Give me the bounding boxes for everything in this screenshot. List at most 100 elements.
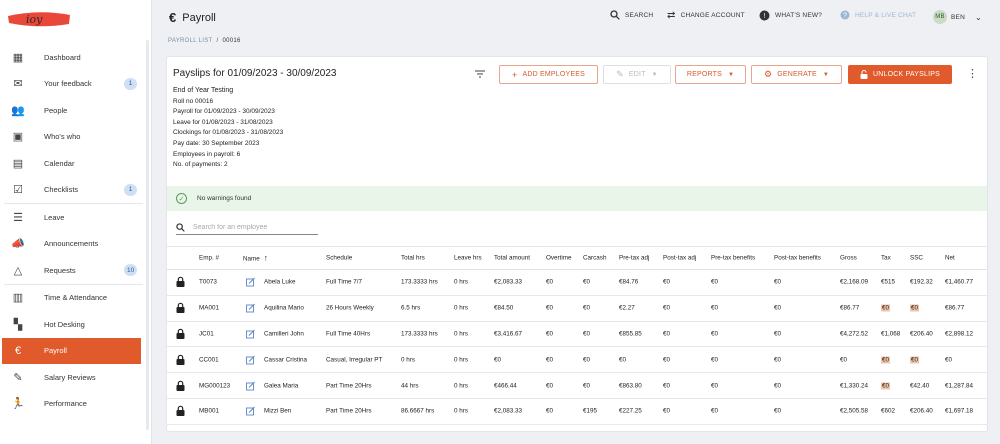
- cell-value: 0 hrs: [454, 382, 468, 390]
- edit-employee-icon[interactable]: [246, 407, 255, 416]
- table-row[interactable]: JC01 Camilleri John Full Time 40Hrs 173.333…: [167, 322, 987, 348]
- edit-employee-icon[interactable]: [246, 381, 255, 391]
- sort-ascending-icon[interactable]: ↑: [264, 254, 268, 263]
- cell-pretax-adj: €863.80: [619, 382, 642, 389]
- cell-overtime: €0: [546, 305, 553, 312]
- sidebar-item-who-s-who[interactable]: ▣ Who's who: [0, 124, 147, 151]
- lock-icon[interactable]: [176, 302, 185, 314]
- cell-value: €84.50: [494, 304, 514, 312]
- search-button[interactable]: SEARCH: [610, 10, 653, 20]
- sidebar-item-requests[interactable]: △ Requests 10: [0, 257, 147, 284]
- sidebar-item-leave[interactable]: ☰ Leave: [0, 204, 147, 231]
- edit-button[interactable]: ✎ EDIT ▼: [603, 65, 671, 84]
- cell-value: 0 hrs: [454, 278, 468, 286]
- sidebar-item-label: Calendar: [44, 158, 75, 168]
- cell-pretax-adj: €227.25: [619, 408, 642, 415]
- cell-total-amount: €84.50: [494, 305, 513, 312]
- cell-total-hrs: 6.5 hrs: [401, 305, 420, 312]
- cell-value: €0: [774, 356, 782, 364]
- cell-value: Full Time 40Hrs: [326, 330, 371, 338]
- edit-employee-icon[interactable]: [246, 278, 255, 287]
- sidebar-item-people[interactable]: 👥 People: [0, 97, 147, 124]
- cell-pretax-adj: €855.85: [619, 330, 642, 337]
- cell-value: Full Time 7/7: [326, 278, 363, 286]
- lock-icon[interactable]: [176, 380, 185, 391]
- add-employees-button[interactable]: + ADD EMPLOYEES: [499, 65, 598, 84]
- user-menu[interactable]: MB BEN ⌄: [933, 10, 982, 24]
- cell-total-hrs: 173.3333 hrs: [401, 279, 438, 286]
- cell-value: €0: [881, 304, 891, 312]
- sidebar-item-your-feedback[interactable]: ✉ Your feedback 1: [0, 71, 147, 98]
- sidebar-item-salary-reviews[interactable]: ✎ Salary Reviews: [0, 364, 147, 391]
- cell-pretax-adj: €0: [619, 356, 626, 363]
- lock-icon[interactable]: [176, 354, 185, 365]
- table-row[interactable]: T0073 Abela Luke Full Time 7/7 173.3333 hrs…: [167, 270, 987, 296]
- svg-text:!: !: [763, 13, 765, 20]
- cell-value: Part Time 20Hrs: [326, 382, 372, 390]
- lock-icon[interactable]: [176, 277, 185, 288]
- cell-value: €0: [546, 278, 554, 286]
- edit-employee-icon[interactable]: [246, 303, 255, 313]
- cell-value: 0 hrs: [454, 407, 468, 415]
- cell-value: €466.44: [494, 382, 517, 390]
- sidebar-item-announcements[interactable]: 📣 Announcements: [0, 231, 147, 258]
- edit-employee-icon[interactable]: [246, 355, 255, 365]
- people-icon: 👥: [11, 104, 25, 117]
- cell-posttax-adj: €0: [663, 382, 670, 389]
- cell-value: €0: [546, 382, 554, 390]
- sidebar-item-time-attendance[interactable]: ▥ Time & Attendance: [0, 285, 147, 312]
- column-header-label: Total hrs: [401, 254, 425, 262]
- column-header-label: Emp. #: [199, 254, 219, 262]
- sidebar-item-checklists[interactable]: ☑ Checklists 1: [0, 177, 147, 204]
- cell-pretax-benefits: €0: [711, 305, 718, 312]
- generate-button[interactable]: ⚙ GENERATE ▼: [751, 65, 842, 84]
- cell-value: €0: [774, 407, 782, 415]
- whats-new-button[interactable]: ! WHAT'S NEW?: [759, 10, 822, 21]
- table-row[interactable]: MB001 Mizzi Ben Part Time 20Hrs 86.6667 hrs…: [167, 399, 987, 425]
- company-logo[interactable]: ioy: [6, 7, 72, 31]
- column-header-posttax-benefits: Post-tax benefits: [774, 255, 821, 262]
- edit-employee-icon[interactable]: [246, 329, 255, 339]
- cell-total-hrs: 0 hrs: [401, 356, 415, 363]
- cell-value: €206.40: [910, 330, 933, 338]
- top-header: € Payroll SEARCH ⇄ CHANGE ACCOUNT ! WHAT…: [152, 0, 1000, 34]
- cell-gross: €0: [840, 356, 847, 363]
- sidebar-item-hot-desking[interactable]: ▚ Hot Desking: [0, 311, 147, 338]
- cell-name: Camilleri John: [264, 330, 304, 337]
- cell-value: €0: [619, 356, 627, 364]
- table-row[interactable]: CC001 Cassar Cristina Casual, Irregular PT…: [167, 347, 987, 374]
- cell-ssc: €0: [910, 304, 920, 312]
- search-input[interactable]: [193, 223, 303, 231]
- cell-value: €3,416.67: [494, 330, 523, 338]
- cell-schedule: 26 Hours Weekly: [326, 305, 374, 312]
- more-options-icon[interactable]: ⋮: [967, 67, 978, 80]
- payslips-title: Payslips for 01/09/2023 - 30/09/2023: [173, 68, 337, 79]
- unlock-payslips-button[interactable]: UNLOCK PAYSLIPS: [848, 65, 952, 84]
- cell-emp: CC001: [199, 356, 219, 363]
- search-icon: [176, 222, 185, 232]
- cell-emp: T0073: [199, 279, 217, 286]
- lock-icon[interactable]: [176, 328, 185, 339]
- cell-tax: €0: [881, 304, 891, 312]
- cell-value: 0 hrs: [454, 330, 468, 338]
- table-row[interactable]: MA001 Aquilina Mario 26 Hours Weekly 6.5 hr…: [167, 296, 987, 322]
- cell-value: €0: [774, 330, 782, 338]
- cell-value: €84.76: [619, 278, 639, 286]
- sidebar-item-calendar[interactable]: ▤ Calendar: [0, 150, 147, 177]
- help-live-chat-button[interactable]: ? HELP & LIVE CHAT: [840, 10, 916, 20]
- sidebar-item-dashboard[interactable]: ▦ Dashboard: [0, 44, 147, 71]
- lock-icon[interactable]: [176, 406, 185, 417]
- sidebar-item-performance[interactable]: 🏃 Performance: [0, 391, 147, 418]
- table-row[interactable]: MG000123 Galea Maria Part Time 20Hrs 44 hrs…: [167, 373, 987, 399]
- cell-value: 173.3333 hrs: [401, 330, 438, 338]
- breadcrumb-payroll-list[interactable]: PAYROLL LIST: [168, 38, 213, 44]
- column-header-name[interactable]: Name ↑: [243, 254, 268, 263]
- sidebar-item-payroll[interactable]: € Payroll: [2, 337, 141, 364]
- unlock-icon: [860, 70, 868, 79]
- filter-icon[interactable]: [474, 68, 486, 80]
- cell-net: €1,697.18: [945, 408, 973, 415]
- cell-overtime: €0: [546, 382, 553, 389]
- change-account-button[interactable]: ⇄ CHANGE ACCOUNT: [667, 10, 745, 21]
- cell-ssc: €0: [910, 356, 920, 364]
- reports-button[interactable]: REPORTS ▼: [675, 65, 746, 84]
